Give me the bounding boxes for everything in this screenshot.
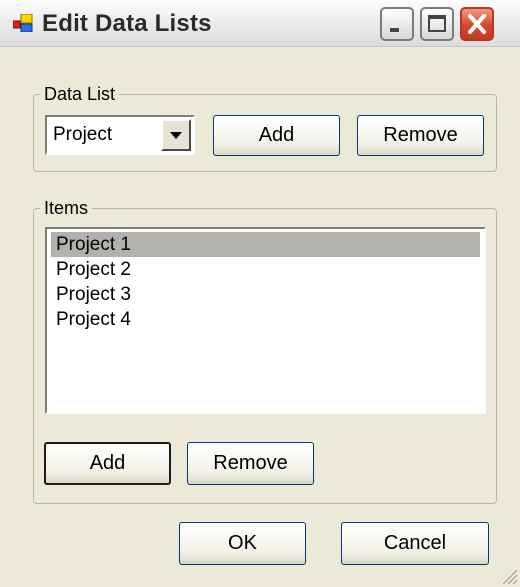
chevron-down-icon xyxy=(170,132,182,139)
list-item[interactable]: Project 4 xyxy=(51,307,480,332)
combo-selected-value: Project xyxy=(53,124,113,145)
app-icon xyxy=(13,14,33,32)
data-list-remove-button[interactable]: Remove xyxy=(357,115,484,156)
resize-grip-icon[interactable] xyxy=(498,565,518,585)
items-remove-button[interactable]: Remove xyxy=(187,442,314,485)
data-list-combo[interactable]: Project xyxy=(45,115,195,155)
minimize-button[interactable] xyxy=(380,7,414,41)
maximize-icon xyxy=(428,15,446,32)
items-legend: Items xyxy=(40,198,93,218)
minimize-icon xyxy=(390,28,399,32)
cancel-button[interactable]: Cancel xyxy=(341,522,489,565)
edit-data-lists-dialog: Edit Data Lists Data List Project Add Re… xyxy=(0,0,520,587)
data-list-add-button[interactable]: Add xyxy=(213,115,340,156)
list-item[interactable]: Project 3 xyxy=(51,282,480,307)
close-icon xyxy=(468,14,486,34)
items-add-button[interactable]: Add xyxy=(44,442,171,485)
window-title: Edit Data Lists xyxy=(42,10,212,37)
list-item[interactable]: Project 2 xyxy=(51,257,480,282)
combo-dropdown-button[interactable] xyxy=(161,119,191,151)
close-button[interactable] xyxy=(460,7,494,41)
title-bar[interactable]: Edit Data Lists xyxy=(0,0,520,47)
list-item[interactable]: Project 1 xyxy=(51,232,480,257)
items-listbox[interactable]: Project 1 Project 2 Project 3 Project 4 xyxy=(45,227,486,414)
ok-button[interactable]: OK xyxy=(179,522,306,565)
data-list-legend: Data List xyxy=(40,84,120,104)
maximize-button[interactable] xyxy=(420,7,454,41)
